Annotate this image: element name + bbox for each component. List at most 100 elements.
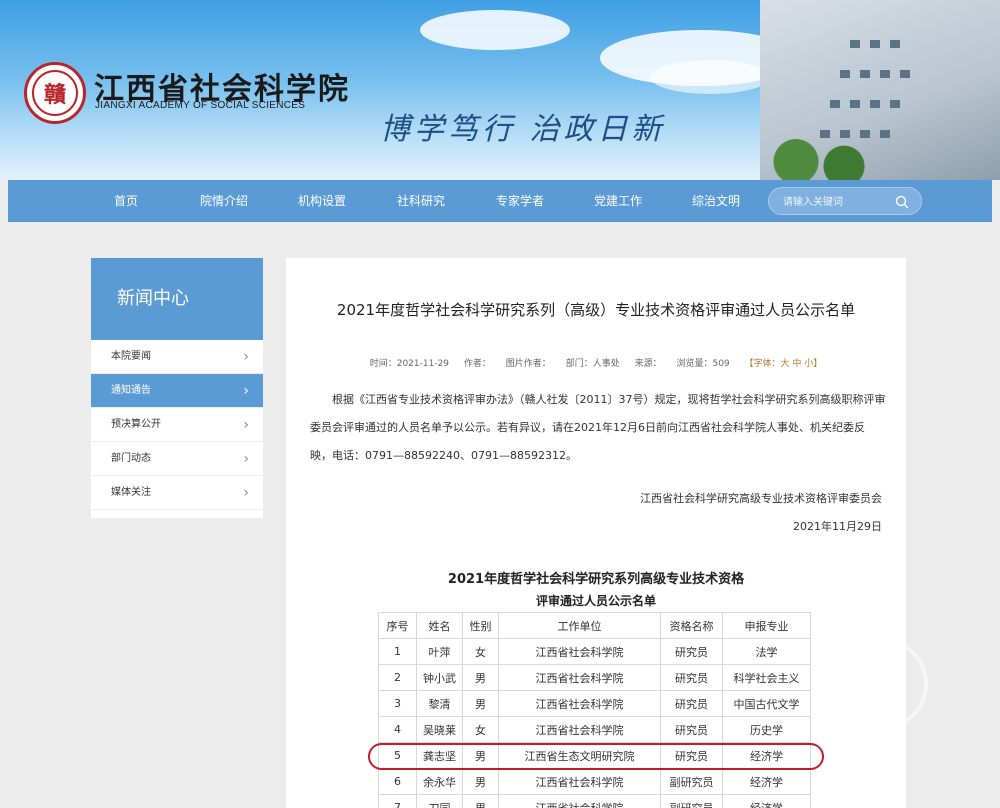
sidebar-item-label: 通知通告 bbox=[111, 385, 151, 396]
meta-author: 作者： bbox=[463, 359, 491, 369]
header-banner: 贛 江西省社会科学院 JIANGXI ACADEMY OF SOCIAL SCI… bbox=[0, 0, 1000, 180]
table-row: 4 吴晓莱女江西省社会科学院 研究员 历史学 bbox=[378, 716, 811, 743]
sidebar-item-media[interactable]: 媒体关注 › bbox=[91, 476, 263, 510]
search-icon[interactable] bbox=[895, 195, 909, 209]
meta-dept: 部门：人事处 bbox=[565, 359, 620, 369]
article-date: 2021年11月29日 bbox=[793, 520, 882, 533]
meta-views: 浏览量：509 bbox=[676, 359, 730, 369]
cell: 女 bbox=[462, 716, 499, 743]
article-title: 2021年度哲学社会科学研究系列（高级）专业技术资格评审通过人员公示名单 bbox=[336, 301, 856, 319]
sidebar-item-label: 本院要闻 bbox=[111, 351, 151, 362]
font-size-control[interactable]: 【字体：大 中 小】 bbox=[745, 359, 823, 369]
cell: 副研究员 bbox=[660, 768, 723, 795]
cell: 研究员 bbox=[660, 742, 723, 769]
chevron-right-icon: › bbox=[243, 383, 249, 399]
sidebar-item-institute-news[interactable]: 本院要闻 › bbox=[91, 340, 263, 374]
cell: 女 bbox=[462, 638, 499, 665]
roster-title-line1: 2021年度哲学社会科学研究系列高级专业技术资格 bbox=[447, 572, 745, 587]
cell: 龚志坚 bbox=[416, 742, 463, 769]
nav-item-civility[interactable]: 综治文明 bbox=[676, 180, 756, 222]
sidebar: 新闻中心 本院要闻 › 通知通告 › 预决算公开 › 部门动态 › 媒体关注 › bbox=[91, 258, 263, 518]
org-name-en: JIANGXI ACADEMY OF SOCIAL SCIENCES bbox=[95, 100, 306, 111]
cell: 6 bbox=[378, 768, 417, 795]
cell: 2 bbox=[378, 664, 417, 691]
nav-item-structure[interactable]: 机构设置 bbox=[282, 180, 362, 222]
cell: 钟小武 bbox=[416, 664, 463, 691]
cell: 男 bbox=[462, 794, 499, 808]
cell: 男 bbox=[462, 690, 499, 717]
col-header: 性别 bbox=[462, 612, 499, 639]
cell: 男 bbox=[462, 742, 499, 769]
chevron-right-icon: › bbox=[243, 451, 249, 467]
trees-decoration bbox=[760, 134, 880, 180]
nav-item-about[interactable]: 院情介绍 bbox=[184, 180, 264, 222]
sidebar-item-label: 媒体关注 bbox=[111, 487, 151, 498]
article-body: 根据《江西省专业技术资格评审办法》（赣人社发〔2011〕37号）规定，现将哲学社… bbox=[310, 393, 886, 462]
cell: 男 bbox=[462, 664, 499, 691]
meta-photographer: 图片作者： bbox=[505, 359, 551, 369]
article-panel: 2021年度哲学社会科学研究系列（高级）专业技术资格评审通过人员公示名单 时间：… bbox=[286, 258, 906, 808]
cell: 研究员 bbox=[660, 638, 723, 665]
cell: 经济学 bbox=[722, 794, 811, 808]
sidebar-item-label: 部门动态 bbox=[111, 453, 151, 464]
article-meta: 时间：2021-11-29 作者： 图片作者： 部门：人事处 来源： 浏览量：5… bbox=[286, 356, 906, 369]
cell: 历史学 bbox=[722, 716, 811, 743]
meta-source: 来源： bbox=[634, 359, 662, 369]
seal-char: 贛 bbox=[32, 70, 78, 116]
nav-item-research[interactable]: 社科研究 bbox=[381, 180, 461, 222]
table-row: 7 刀同男江西省社会科学院 副研究员 经济学 bbox=[378, 794, 811, 808]
cell: 7 bbox=[378, 794, 417, 808]
cell: 江西省社会科学院 bbox=[498, 690, 661, 717]
roster-title-line2: 评审通过人员公示名单 bbox=[535, 594, 656, 608]
nav-item-home[interactable]: 首页 bbox=[86, 180, 166, 222]
cell: 研究员 bbox=[660, 716, 723, 743]
cell: 江西省社会科学院 bbox=[498, 638, 661, 665]
cell: 江西省社会科学院 bbox=[498, 664, 661, 691]
cell: 副研究员 bbox=[660, 794, 723, 808]
cloud-decoration bbox=[650, 60, 770, 94]
table-row: 1 叶萍女江西省社会科学院 研究员 法学 bbox=[378, 638, 811, 665]
sidebar-item-dept-news[interactable]: 部门动态 › bbox=[91, 442, 263, 476]
sidebar-item-notices[interactable]: 通知通告 › bbox=[91, 374, 263, 408]
cell: 江西省社会科学院 bbox=[498, 794, 661, 808]
col-header: 工作单位 bbox=[498, 612, 661, 639]
table-row: 6 余永华男江西省社会科学院 副研究员 经济学 bbox=[378, 768, 811, 795]
article-signature: 江西省社会科学研究高级专业技术资格评审委员会 bbox=[640, 492, 882, 505]
search-box bbox=[768, 187, 922, 215]
cell: 吴晓莱 bbox=[416, 716, 463, 743]
cell: 黎清 bbox=[416, 690, 463, 717]
cell: 4 bbox=[378, 716, 417, 743]
chevron-right-icon: › bbox=[243, 417, 249, 433]
slogan: 博学笃行 治政日新 bbox=[380, 112, 666, 147]
chevron-right-icon: › bbox=[243, 485, 249, 501]
chevron-right-icon: › bbox=[243, 349, 249, 365]
sidebar-item-label: 预决算公开 bbox=[111, 419, 161, 430]
nav-item-party[interactable]: 党建工作 bbox=[578, 180, 658, 222]
cell: 1 bbox=[378, 638, 417, 665]
cell: 3 bbox=[378, 690, 417, 717]
cell: 男 bbox=[462, 768, 499, 795]
search-input[interactable] bbox=[783, 192, 893, 212]
cell: 江西省社会科学院 bbox=[498, 716, 661, 743]
table-row-highlighted: 5 龚志坚男江西省生态文明研究院 研究员 经济学 bbox=[378, 742, 811, 769]
meta-time: 时间：2021-11-29 bbox=[369, 359, 450, 369]
cell: 中国古代文学 bbox=[722, 690, 811, 717]
nav-item-experts[interactable]: 专家学者 bbox=[480, 180, 560, 222]
cloud-decoration bbox=[420, 10, 570, 50]
roster-table: 序号 姓名 性别 工作单位 资格名称 申报专业 1 叶萍女江西省社会科学院 研究员法… bbox=[378, 612, 811, 808]
sidebar-title: 新闻中心 bbox=[91, 258, 263, 340]
sidebar-item-budget[interactable]: 预决算公开 › bbox=[91, 408, 263, 442]
main-nav: 首页 院情介绍 机构设置 社科研究 专家学者 党建工作 综治文明 bbox=[8, 180, 992, 222]
cell: 江西省生态文明研究院 bbox=[498, 742, 661, 769]
col-header: 姓名 bbox=[416, 612, 463, 639]
logo-seal-icon[interactable]: 贛 bbox=[24, 62, 86, 124]
cell: 经济学 bbox=[722, 768, 811, 795]
cell: 江西省社会科学院 bbox=[498, 768, 661, 795]
col-header: 序号 bbox=[378, 612, 417, 639]
cell: 法学 bbox=[722, 638, 811, 665]
cell: 5 bbox=[378, 742, 417, 769]
table-row: 2 钟小武男江西省社会科学院 研究员 科学社会主义 bbox=[378, 664, 811, 691]
cell: 刀同 bbox=[416, 794, 463, 808]
cell: 研究员 bbox=[660, 690, 723, 717]
table-row: 3 黎清男江西省社会科学院 研究员 中国古代文学 bbox=[378, 690, 811, 717]
